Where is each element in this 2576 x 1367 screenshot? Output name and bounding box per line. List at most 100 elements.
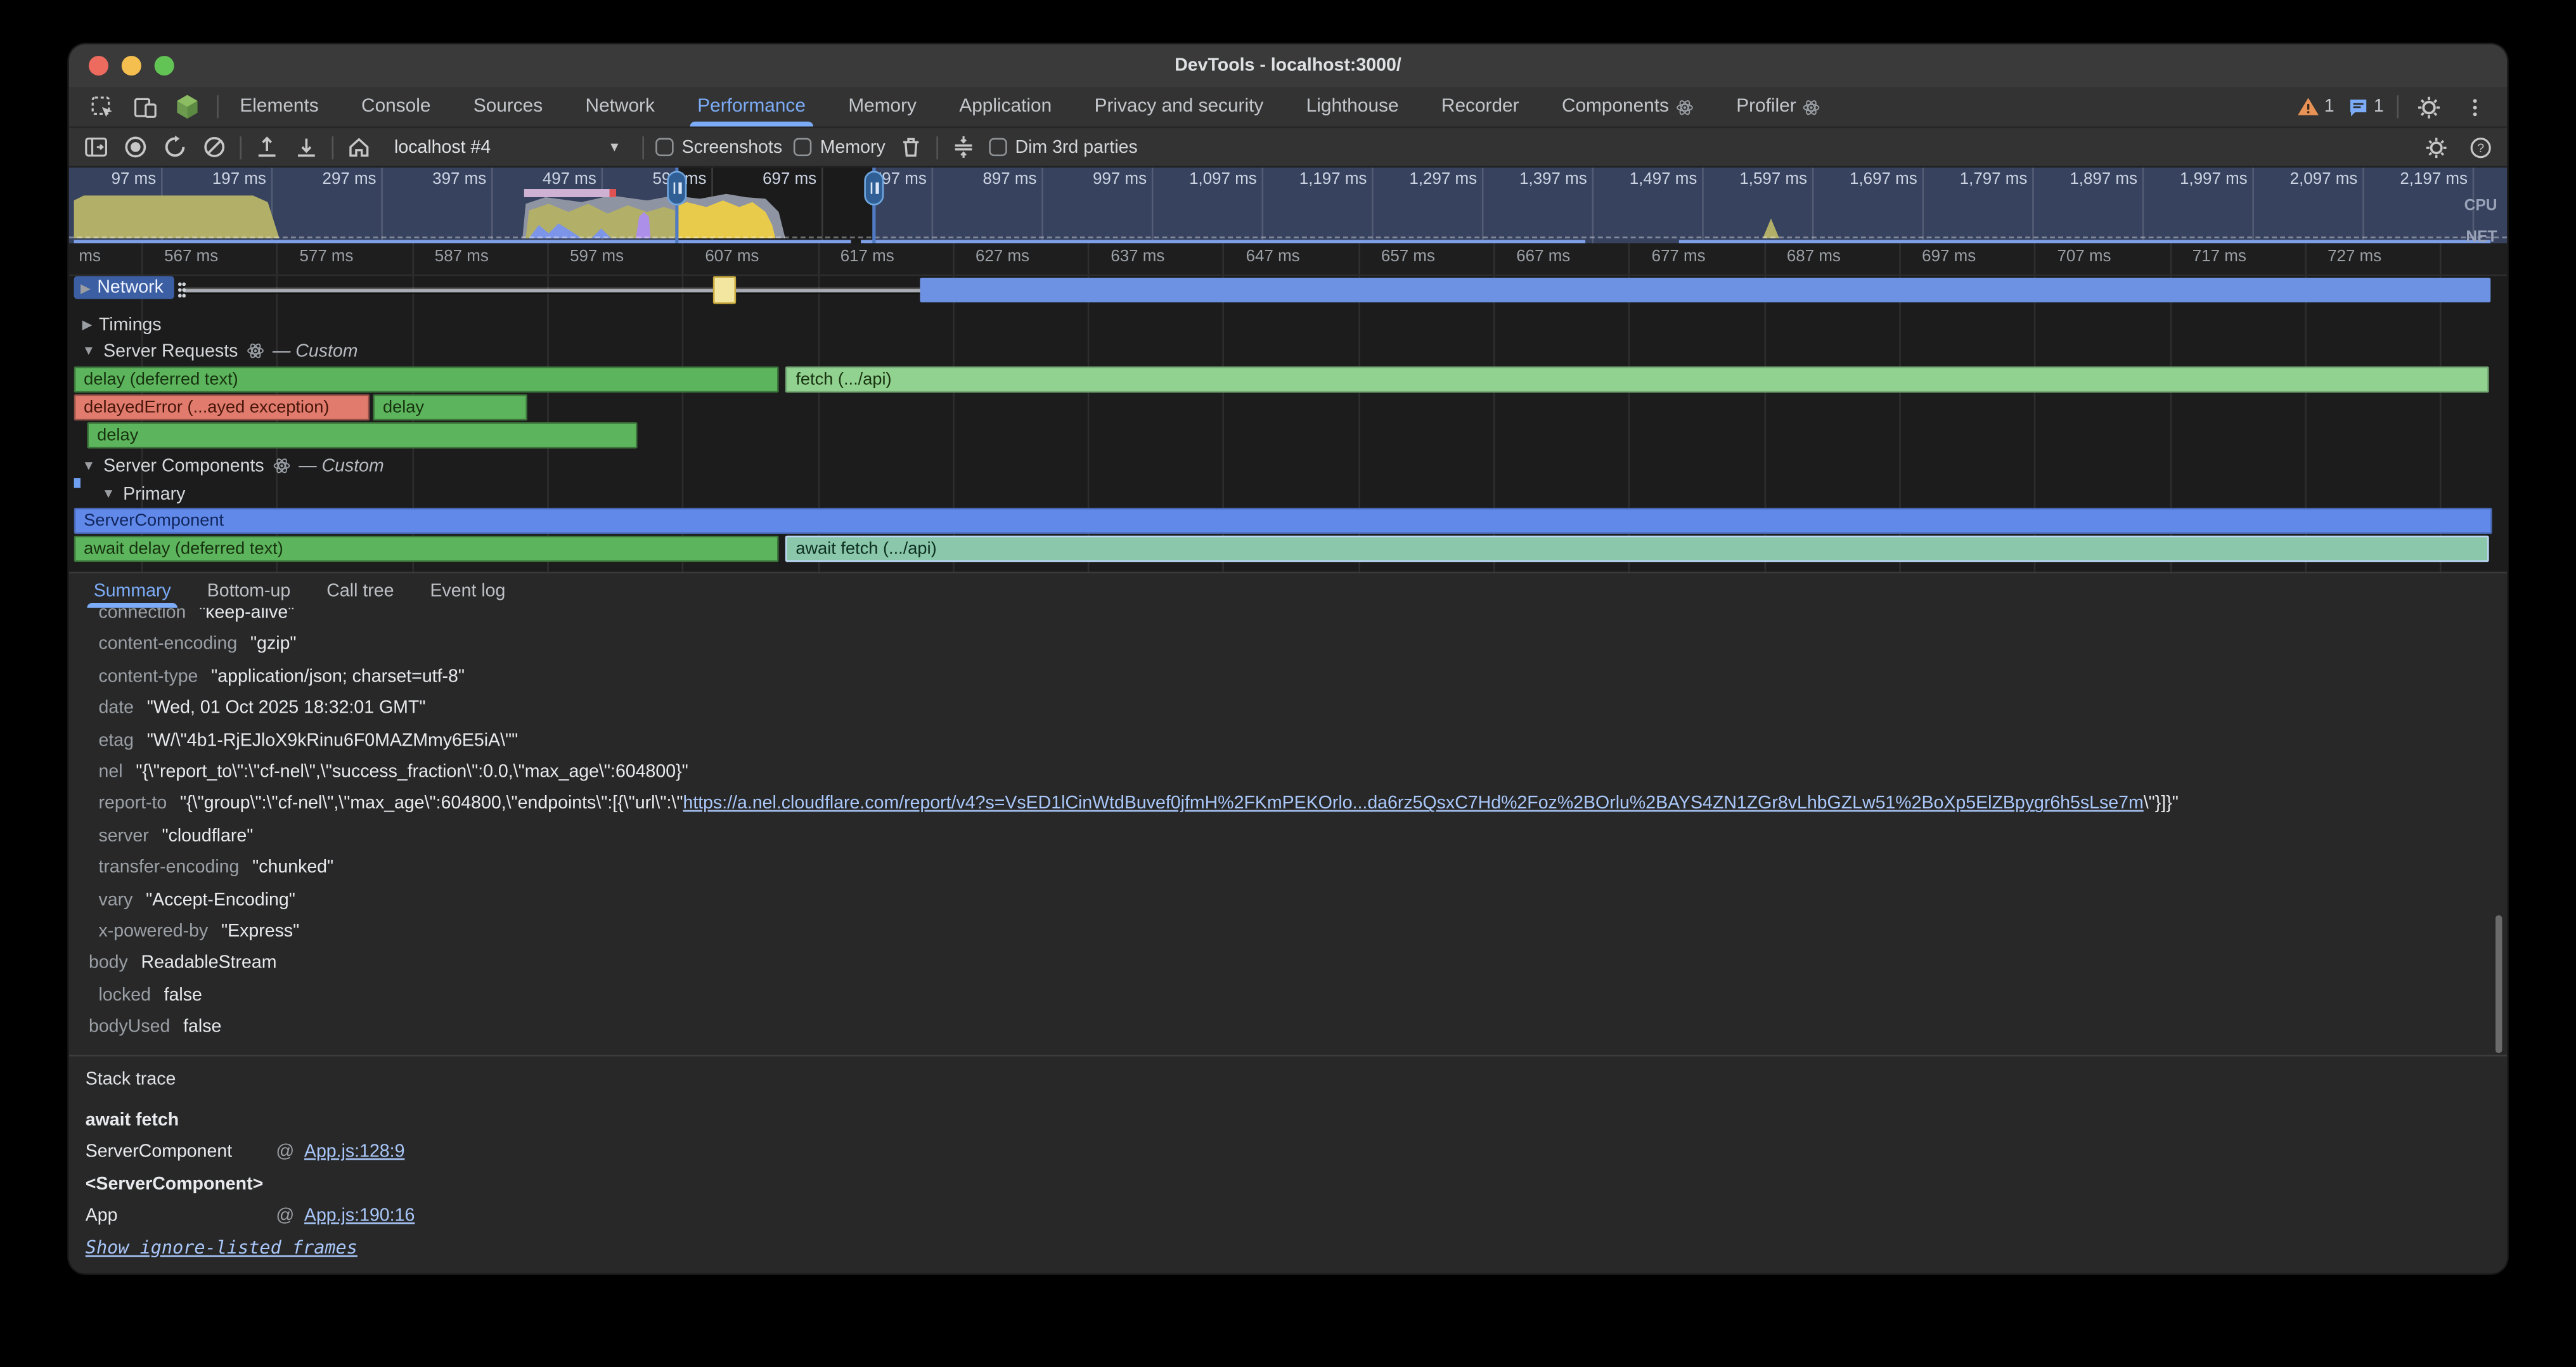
ruler-tick (276, 243, 278, 275)
expand-arrow-icon: ▶ (82, 317, 93, 332)
scrollbar-thumb[interactable] (2496, 915, 2502, 1053)
property-key: server (99, 826, 149, 846)
toggle-sidebar-icon[interactable] (82, 133, 110, 161)
property-row: x-powered-by"Express" (69, 917, 2507, 949)
timeline-entry-bar[interactable]: await fetch (.../api) (786, 536, 2489, 561)
property-value: "application/json; charset=utf-8" (211, 667, 465, 687)
timeline-entry-bar[interactable]: fetch (.../api) (786, 366, 2489, 392)
device-toolbar-icon[interactable] (128, 92, 161, 122)
timeline-entry-bar[interactable]: await delay (deferred text) (74, 536, 779, 561)
timeline-entry-bar[interactable]: delay (deferred text) (74, 366, 779, 392)
record-icon[interactable] (122, 133, 150, 161)
tab-recorder[interactable]: Recorder (1420, 87, 1540, 126)
primary-group-header[interactable]: ▼ Primary (69, 481, 2507, 506)
ruler-tick-label: 637 ms (1111, 248, 1164, 266)
at-symbol: @ (276, 1137, 294, 1170)
ruler-tick-label: 717 ms (2193, 248, 2246, 266)
timeline-ruler[interactable]: ms567 ms577 ms587 ms597 ms607 ms617 ms62… (69, 243, 2507, 276)
property-value: "Accept-Encoding" (146, 890, 295, 910)
tab-application[interactable]: Application (938, 87, 1073, 126)
divider (332, 136, 334, 159)
ruler-tick (682, 243, 684, 275)
network-track[interactable]: ▶Network (69, 276, 2507, 306)
long-task-red-segment (610, 189, 616, 197)
details-tab-summary[interactable]: Summary (75, 573, 189, 607)
settings-gear-icon[interactable] (2412, 92, 2445, 122)
timeline-overview[interactable]: 97 ms197 ms297 ms397 ms497 ms597 ms697 m… (69, 167, 2507, 243)
screenshots-checkbox[interactable]: Screenshots (655, 137, 782, 157)
server-requests-header[interactable]: ▼ Server Requests — Custom (69, 339, 2507, 363)
ruler-tick (1899, 243, 1901, 275)
property-key: nel (99, 762, 123, 782)
network-request-bar[interactable] (920, 278, 2490, 302)
memory-checkbox[interactable]: Memory (794, 137, 885, 157)
devtools-window: DevTools - localhost:3000/ ElementsConso… (69, 44, 2507, 1273)
property-row: content-encoding"gzip" (69, 630, 2507, 662)
network-request-marker-selected[interactable] (713, 276, 736, 304)
server-components-header[interactable]: ▼ Server Components — Custom (69, 453, 2507, 478)
timeline-entry-bar[interactable]: delay (373, 394, 527, 420)
stack-frame: <ServerComponent> (86, 1169, 2507, 1202)
details-tab-call-tree[interactable]: Call tree (309, 573, 412, 607)
tab-sources[interactable]: Sources (452, 87, 564, 126)
report-url-link[interactable]: https://a.nel.cloudflare.com/report/v4?s… (683, 794, 2143, 814)
ruler-tick (2305, 243, 2307, 275)
tab-console[interactable]: Console (340, 87, 452, 126)
property-row: server"cloudflare" (69, 821, 2507, 853)
tab-label: Application (959, 97, 1052, 117)
load-profile-icon[interactable] (253, 133, 281, 161)
ruler-tick (1628, 243, 1630, 275)
selection-handle-right[interactable] (872, 167, 875, 243)
tab-network[interactable]: Network (564, 87, 676, 126)
tab-profiler[interactable]: Profiler (1715, 87, 1843, 126)
divider (936, 136, 938, 159)
track-grip-icon[interactable] (177, 281, 186, 299)
tab-privacy-and-security[interactable]: Privacy and security (1073, 87, 1285, 126)
ruler-tick (2440, 243, 2442, 275)
details-tab-bottom-up[interactable]: Bottom-up (189, 573, 309, 607)
timeline-entry-bar[interactable]: delay (87, 422, 637, 448)
collapse-sections-icon[interactable] (950, 133, 977, 161)
timeline-entry-bar[interactable]: delayedError (...ayed exception) (74, 394, 370, 420)
tabbar-left-icons (69, 87, 217, 126)
more-options-kebab-icon[interactable] (2457, 92, 2490, 122)
property-value: ReadableStream (141, 954, 277, 973)
tab-label: Profiler (1736, 97, 1796, 117)
property-row: etag"W/\"4b1-RjEJloX9kRinu6F0MAZMmy6E5iA… (69, 725, 2507, 757)
property-row: report-to"{\"group\":\"cf-nel\",\"max_ag… (69, 789, 2507, 821)
timeline-entry-bar[interactable]: ServerComponent (74, 508, 2492, 533)
tab-label: Recorder (1441, 97, 1519, 117)
ruler-tick-label: 627 ms (976, 248, 1029, 266)
source-location-link[interactable]: App.js:190:16 (304, 1202, 415, 1234)
selection-handle-left[interactable] (675, 167, 678, 243)
network-track-header[interactable]: ▶Network (74, 276, 174, 299)
tab-performance[interactable]: Performance (676, 87, 827, 126)
node-icon[interactable] (171, 92, 204, 122)
tab-memory[interactable]: Memory (827, 87, 938, 126)
details-tab-event-log[interactable]: Event log (412, 573, 524, 607)
tab-label: Network (586, 97, 655, 117)
main-tab-bar: Elements ConsoleSources Network Performance… (69, 87, 2507, 128)
tab-components[interactable]: Components (1540, 87, 1715, 126)
timings-track-header[interactable]: ▶Timings (69, 313, 171, 336)
frame-function: await fetch (86, 1105, 179, 1137)
home-icon[interactable] (345, 133, 373, 161)
show-ignore-listed-frames-link[interactable]: Show ignore-listed frames (86, 1236, 2507, 1258)
warnings-indicator[interactable]: 1 (2296, 95, 2334, 118)
clear-icon[interactable] (200, 133, 228, 161)
timings-track[interactable]: ▶Timings (69, 308, 2507, 335)
history-selector[interactable]: localhost #4 ▼ (384, 131, 631, 162)
collect-garbage-icon[interactable] (897, 133, 925, 161)
capture-settings-gear-icon[interactable] (2421, 133, 2449, 161)
help-icon[interactable]: ? (2466, 133, 2494, 161)
reload-record-icon[interactable] (161, 133, 189, 161)
source-location-link[interactable]: App.js:128:9 (304, 1137, 405, 1170)
inspect-element-icon[interactable] (86, 92, 119, 122)
save-profile-icon[interactable] (292, 133, 320, 161)
ruler-tick (141, 243, 143, 275)
tab-lighthouse[interactable]: Lighthouse (1285, 87, 1420, 126)
dim-3rd-parties-checkbox[interactable]: Dim 3rd parties (989, 137, 1138, 157)
tab-elements[interactable]: Elements (219, 87, 340, 126)
issues-indicator[interactable]: 1 (2347, 96, 2383, 118)
tab-label: Elements (240, 97, 318, 117)
